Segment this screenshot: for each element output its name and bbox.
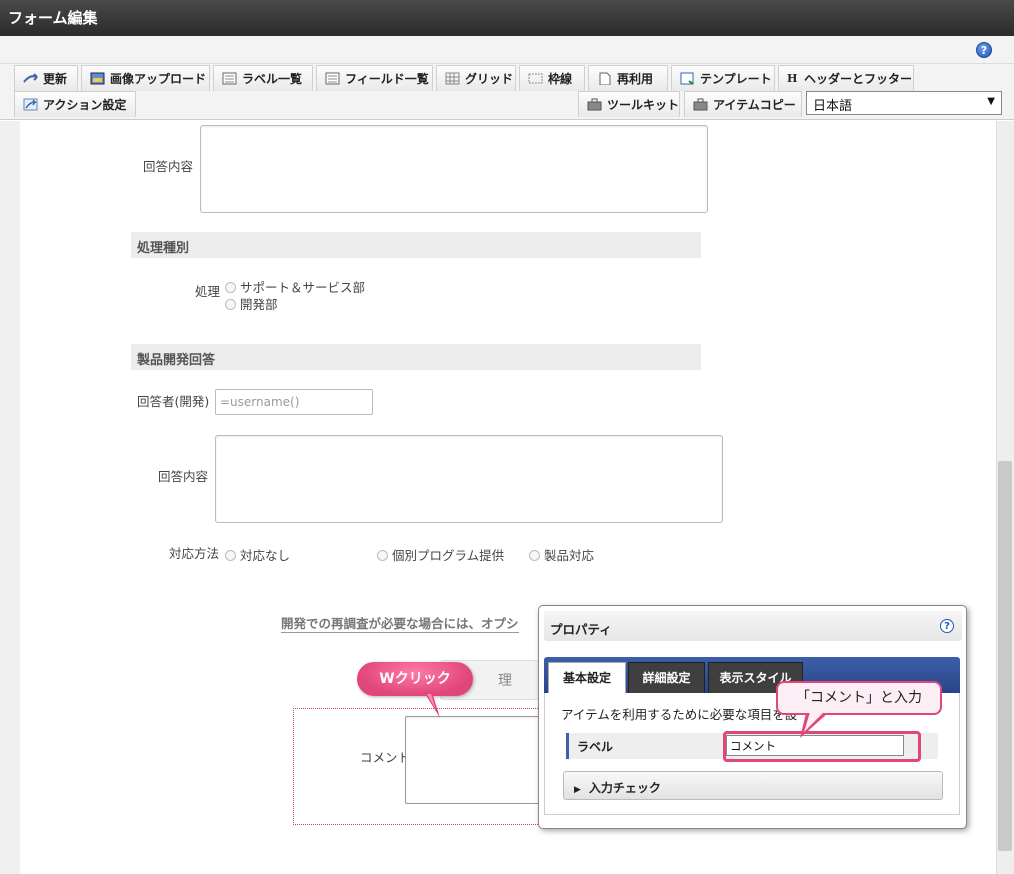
radio-button[interactable] — [225, 299, 236, 310]
border-icon — [528, 72, 543, 85]
double-click-pointer — [424, 692, 440, 718]
field-list-icon — [325, 72, 340, 85]
item-copy-label: アイテムコピー — [713, 98, 796, 112]
field-list-label: フィールド一覧 — [345, 72, 429, 86]
callout-pointer — [800, 712, 828, 738]
grid-button[interactable]: グリッド — [436, 65, 516, 91]
toolkit-label: ツールキット — [607, 98, 680, 112]
reuse-button[interactable]: 再利用 — [588, 65, 668, 91]
scrollbar-thumb[interactable] — [998, 461, 1012, 851]
header-footer-icon: H — [787, 72, 798, 85]
process-button-label: 理 — [498, 673, 512, 689]
responder-placeholder: =username() — [220, 395, 300, 409]
answer-content-textarea-1[interactable] — [200, 125, 708, 213]
answer-content-textarea-2[interactable] — [215, 435, 723, 523]
label-list-label: ラベル一覧 — [242, 72, 303, 86]
properties-panel: プロパティ ? 基本設定 詳細設定 表示スタイル アイテムを利用するために必要な… — [538, 605, 967, 829]
tab-basic[interactable]: 基本設定 — [548, 662, 626, 693]
answer-content-label-1: 回答内容 — [143, 159, 194, 174]
template-label: テンプレート — [700, 72, 772, 86]
action-settings-button[interactable]: アクション設定 — [14, 91, 136, 117]
help-icon[interactable]: ? — [940, 619, 954, 633]
response-option-none[interactable]: 対応なし — [225, 545, 290, 564]
properties-title-text: プロパティ — [550, 622, 612, 637]
responder-input[interactable]: =username() — [215, 389, 373, 415]
input-hint-callout: 「コメント」と入力 — [776, 681, 942, 715]
refresh-icon — [23, 72, 38, 85]
process-label: 処理 — [195, 284, 221, 299]
response-label: 対応方法 — [169, 546, 220, 561]
image-upload-button[interactable]: 画像アップロード — [81, 65, 210, 91]
template-button[interactable]: テンプレート — [671, 65, 775, 91]
option-label: 製品対応 — [544, 548, 595, 563]
action-settings-label: アクション設定 — [43, 98, 127, 112]
language-value: 日本語 — [813, 99, 853, 114]
responder-label: 回答者(開発) — [137, 394, 210, 409]
note-text: 開発での再調査が必要な場合には、オプシ — [281, 613, 519, 633]
label-row-text: ラベル — [577, 740, 614, 754]
header-footer-button[interactable]: H ヘッダーとフッター — [778, 65, 914, 91]
toolkit-icon — [587, 98, 602, 111]
toolkit-button[interactable]: ツールキット — [578, 91, 680, 117]
window-title: フォーム編集 — [0, 0, 1014, 36]
double-click-annotation: Wクリック — [357, 662, 473, 696]
answer-content-label-2: 回答内容 — [158, 469, 209, 484]
image-upload-icon — [90, 72, 105, 85]
label-list-button[interactable]: ラベル一覧 — [213, 65, 313, 91]
update-label: 更新 — [43, 72, 68, 86]
radio-button[interactable] — [225, 282, 236, 293]
input-check-accordion[interactable]: ▶ 入力チェック — [563, 771, 943, 800]
radio-button[interactable] — [377, 550, 388, 561]
option-label: 対応なし — [240, 548, 291, 563]
reuse-icon — [597, 72, 612, 86]
template-icon — [680, 72, 695, 85]
option-label: サポート＆サービス部 — [240, 280, 366, 295]
border-button[interactable]: 枠線 — [519, 65, 585, 91]
comment-textarea[interactable] — [405, 716, 545, 804]
response-option-individual[interactable]: 個別プログラム提供 — [377, 545, 504, 564]
chevron-down-icon: ▼ — [987, 96, 995, 107]
action-icon — [23, 98, 38, 111]
border-label: 枠線 — [548, 72, 573, 86]
radio-button[interactable] — [529, 550, 540, 561]
accordion-label: 入力チェック — [588, 781, 661, 795]
update-button[interactable]: 更新 — [14, 65, 78, 91]
option-label: 開発部 — [240, 297, 278, 312]
grid-label: グリッド — [465, 72, 514, 86]
language-select[interactable]: 日本語 ▼ — [806, 91, 1002, 115]
help-bar: ? — [0, 36, 1014, 64]
section-dev-answer: 製品開発回答 — [131, 344, 701, 370]
grid-icon — [445, 72, 460, 85]
image-upload-label: 画像アップロード — [110, 72, 207, 86]
help-icon[interactable]: ? — [976, 42, 992, 58]
header-footer-label: ヘッダーとフッター — [804, 72, 913, 86]
label-list-icon — [222, 72, 237, 85]
field-list-button[interactable]: フィールド一覧 — [316, 65, 433, 91]
chevron-right-icon: ▶ — [574, 785, 581, 795]
item-copy-icon — [693, 98, 708, 111]
properties-title: プロパティ ? — [544, 611, 962, 641]
response-option-product[interactable]: 製品対応 — [529, 545, 594, 564]
item-copy-button[interactable]: アイテムコピー — [684, 91, 802, 117]
option-label: 個別プログラム提供 — [392, 548, 505, 563]
properties-description: アイテムを利用するために必要な項目を設 — [561, 707, 798, 722]
section-process: 処理種別 — [131, 232, 701, 258]
process-option-dev[interactable]: 開発部 — [225, 294, 278, 313]
tab-detail[interactable]: 詳細設定 — [628, 662, 705, 693]
comment-label: コメント — [360, 750, 411, 765]
reuse-label: 再利用 — [617, 72, 654, 86]
radio-button[interactable] — [225, 550, 236, 561]
